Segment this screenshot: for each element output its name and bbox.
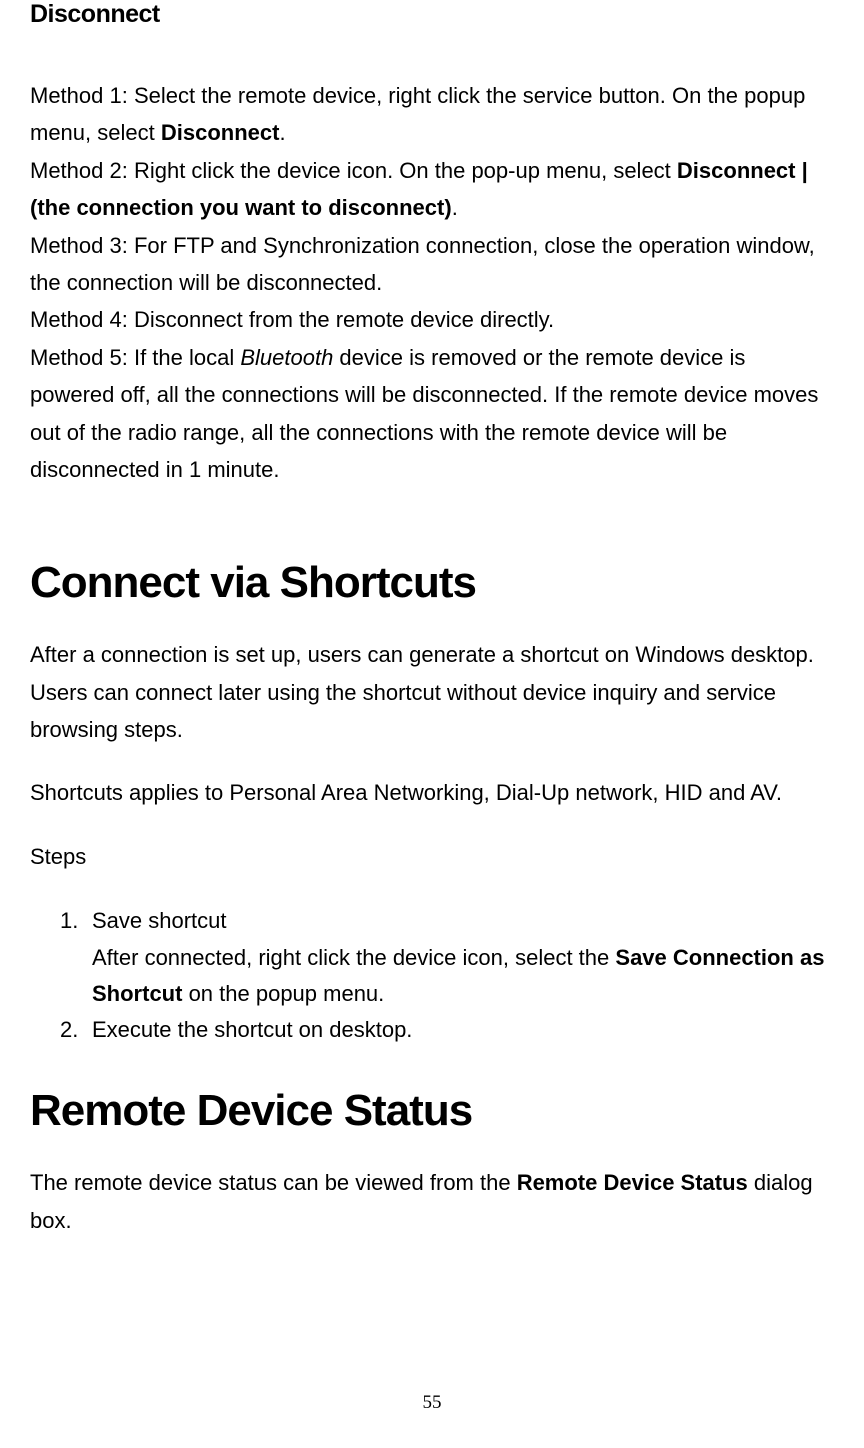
- list-content-1: Save shortcut After connected, right cli…: [92, 903, 834, 1012]
- list-number-2: 2.: [60, 1012, 92, 1048]
- status-bold: Remote Device Status: [517, 1170, 748, 1195]
- step1-pre: After connected, right click the device …: [92, 945, 615, 970]
- method1-pre: Method 1: Select the remote device, righ…: [30, 83, 805, 145]
- disconnect-methods-block: Method 1: Select the remote device, righ…: [30, 77, 834, 488]
- method4-text: Method 4: Disconnect from the remote dev…: [30, 307, 554, 332]
- steps-label: Steps: [30, 838, 834, 875]
- step2-text: Execute the shortcut on desktop.: [92, 1017, 412, 1042]
- status-pre: The remote device status can be viewed f…: [30, 1170, 517, 1195]
- list-number-1: 1.: [60, 903, 92, 1012]
- heading-disconnect: Disconnect: [30, 0, 834, 29]
- list-item: 1. Save shortcut After connected, right …: [60, 903, 834, 1012]
- page-number: 55: [0, 1392, 864, 1414]
- method1-post: .: [279, 120, 285, 145]
- method1-bold: Disconnect: [161, 120, 280, 145]
- shortcuts-intro: After a connection is set up, users can …: [30, 636, 834, 748]
- method5-pre: Method 5: If the local: [30, 345, 240, 370]
- status-text-block: The remote device status can be viewed f…: [30, 1164, 834, 1239]
- heading-connect-shortcuts: Connect via Shortcuts: [30, 558, 834, 608]
- heading-remote-status: Remote Device Status: [30, 1086, 834, 1136]
- method2-post: .: [452, 195, 458, 220]
- steps-list: 1. Save shortcut After connected, right …: [30, 901, 834, 1048]
- list-content-2: Execute the shortcut on desktop.: [92, 1012, 834, 1048]
- list-item: 2. Execute the shortcut on desktop.: [60, 1012, 834, 1048]
- step1-title: Save shortcut: [92, 908, 227, 933]
- step1-post: on the popup menu.: [182, 981, 384, 1006]
- method2-pre: Method 2: Right click the device icon. O…: [30, 158, 677, 183]
- method3-text: Method 3: For FTP and Synchronization co…: [30, 233, 815, 295]
- shortcuts-applies: Shortcuts applies to Personal Area Netwo…: [30, 774, 834, 811]
- method5-italic: Bluetooth: [240, 345, 333, 370]
